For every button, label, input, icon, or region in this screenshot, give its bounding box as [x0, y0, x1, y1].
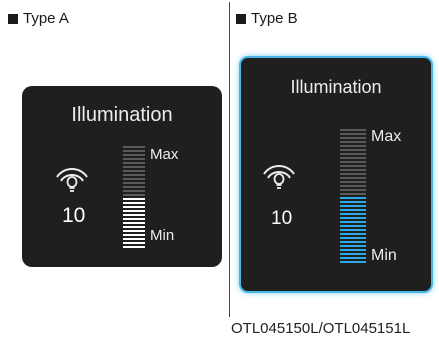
level-segment — [123, 234, 145, 236]
level-segment — [123, 210, 145, 212]
level-segment — [340, 165, 366, 167]
level-segment — [123, 202, 145, 204]
level-segment — [123, 230, 145, 232]
column-divider — [229, 2, 230, 317]
level-segment — [123, 154, 145, 156]
max-label: Max — [371, 128, 402, 145]
type-b-label: Type B — [236, 10, 298, 27]
figure-code: OTL045150L/OTL045151L — [231, 320, 411, 337]
level-segment — [123, 214, 145, 216]
level-segment — [340, 225, 366, 227]
level-segment — [340, 189, 366, 191]
level-segment — [340, 177, 366, 179]
level-segment — [340, 129, 366, 131]
illumination-panel-type-a: Illumination 10 Max Min — [22, 86, 222, 267]
min-label: Min — [371, 247, 397, 264]
level-segment — [340, 241, 366, 243]
level-segment — [123, 242, 145, 244]
level-segment — [340, 249, 366, 251]
level-segment — [123, 206, 145, 208]
level-segment — [123, 226, 145, 228]
dashboard-illumination-icon — [263, 165, 295, 189]
level-segment — [340, 145, 366, 147]
level-segment — [340, 141, 366, 143]
level-segment — [340, 213, 366, 215]
level-segment — [123, 246, 145, 248]
type-a-label-text: Type A — [23, 10, 69, 27]
level-segment — [123, 166, 145, 168]
level-segment — [340, 261, 366, 263]
level-segment — [123, 190, 145, 192]
level-segment — [123, 186, 145, 188]
level-segment — [340, 209, 366, 211]
level-segment — [340, 157, 366, 159]
level-segment — [123, 162, 145, 164]
level-segment — [340, 173, 366, 175]
max-label: Max — [150, 146, 179, 163]
level-segment — [340, 197, 366, 199]
level-segment — [123, 238, 145, 240]
illumination-level-bar — [340, 129, 366, 265]
level-segment — [340, 205, 366, 207]
level-segment — [340, 233, 366, 235]
type-a-label: Type A — [8, 10, 69, 27]
illumination-title: Illumination — [71, 104, 173, 126]
level-segment — [340, 161, 366, 163]
level-segment — [340, 149, 366, 151]
level-segment — [340, 253, 366, 255]
illumination-title: Illumination — [290, 77, 382, 97]
level-segment — [340, 229, 366, 231]
illumination-level-value: 10 — [271, 208, 293, 229]
level-segment — [340, 153, 366, 155]
illumination-panel-type-b: Illumination 10 Max Min — [239, 56, 433, 293]
level-segment — [123, 170, 145, 172]
level-segment — [340, 257, 366, 259]
level-segment — [123, 174, 145, 176]
level-segment — [123, 178, 145, 180]
illumination-level-bar — [123, 146, 145, 250]
level-segment — [123, 194, 145, 196]
min-label: Min — [150, 227, 175, 244]
level-segment — [123, 218, 145, 220]
level-segment — [340, 217, 366, 219]
level-segment — [340, 245, 366, 247]
illumination-level-value: 10 — [62, 204, 86, 227]
level-segment — [340, 169, 366, 171]
dashboard-illumination-icon — [56, 168, 88, 192]
square-bullet-icon — [8, 13, 18, 24]
level-segment — [123, 146, 145, 148]
level-segment — [123, 198, 145, 200]
level-segment — [340, 193, 366, 195]
level-segment — [340, 137, 366, 139]
square-bullet-icon — [236, 13, 246, 24]
level-segment — [123, 150, 145, 152]
level-segment — [340, 201, 366, 203]
level-segment — [340, 221, 366, 223]
level-segment — [340, 133, 366, 135]
level-segment — [340, 185, 366, 187]
level-segment — [123, 222, 145, 224]
level-segment — [123, 182, 145, 184]
type-b-label-text: Type B — [251, 10, 298, 27]
level-segment — [340, 181, 366, 183]
level-segment — [123, 158, 145, 160]
level-segment — [340, 237, 366, 239]
